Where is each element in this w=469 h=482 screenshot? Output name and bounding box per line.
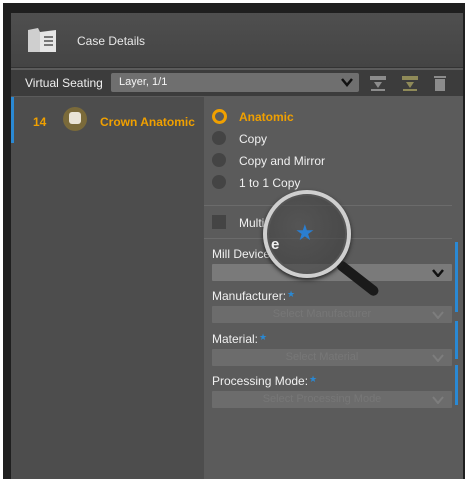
- layer-value: Layer, 1/1: [119, 76, 168, 88]
- tooth-list-panel: 14 Crown Anatomic: [11, 97, 204, 479]
- chevron-down-icon: [341, 78, 353, 87]
- multi-checkbox[interactable]: [212, 215, 226, 229]
- radio-selected-icon[interactable]: [212, 109, 227, 124]
- window-title: Case Details: [77, 34, 146, 48]
- chevron-down-icon: [432, 269, 444, 277]
- radio-icon[interactable]: [212, 153, 226, 167]
- tooth-number: 14: [33, 115, 47, 129]
- focus-indicator: [455, 321, 458, 359]
- virtual-seating-toolbar: Virtual Seating Layer, 1/1: [11, 70, 463, 96]
- radio-icon[interactable]: [212, 175, 226, 189]
- option-label: 1 to 1 Copy: [239, 176, 301, 190]
- option-label: Anatomic: [239, 110, 294, 124]
- trash-icon[interactable]: [431, 74, 449, 92]
- magnified-text: e: [271, 236, 280, 253]
- required-star-icon: ★: [309, 374, 318, 384]
- required-star-icon: ★: [295, 220, 315, 245]
- focus-indicator: [455, 242, 458, 312]
- chevron-down-icon: [432, 354, 444, 362]
- case-folder-icon: [28, 28, 56, 52]
- case-details-window: Case Details Virtual Seating Layer, 1/1: [11, 13, 463, 479]
- option-label: Copy: [239, 132, 268, 146]
- header: Case Details: [11, 13, 463, 68]
- layer-dropdown[interactable]: Layer, 1/1: [111, 73, 359, 92]
- magnifier-icon: ★ e: [263, 190, 351, 278]
- multi-label: Multi: [239, 216, 265, 230]
- manufacturer-dropdown[interactable]: Select Manufacturer: [212, 306, 452, 323]
- virtual-seating-label: Virtual Seating: [25, 76, 103, 90]
- chevron-down-icon: [432, 396, 444, 404]
- processing-mode-placeholder: Select Processing Mode: [262, 393, 382, 405]
- required-star-icon: ★: [287, 289, 296, 299]
- processing-mode-dropdown[interactable]: Select Processing Mode: [212, 391, 452, 408]
- app-frame: Case Details Virtual Seating Layer, 1/1: [3, 3, 465, 479]
- restoration-options-panel: Anatomic Copy Copy and Mirror 1 to 1 Cop…: [204, 97, 463, 479]
- material-dropdown[interactable]: Select Material: [212, 349, 452, 366]
- tooth-icon: [63, 107, 87, 131]
- manufacturer-placeholder: Select Manufacturer: [272, 308, 372, 320]
- material-label: Material:★: [212, 332, 268, 346]
- chevron-down-icon: [432, 311, 444, 319]
- radio-icon[interactable]: [212, 131, 226, 145]
- required-star-icon: ★: [259, 332, 268, 342]
- tooth-restoration-name: Crown Anatomic: [100, 115, 195, 129]
- material-placeholder: Select Material: [285, 351, 359, 363]
- focus-indicator: [455, 365, 458, 405]
- mill-device-label: Mill Device: [212, 247, 271, 261]
- add-layer-icon[interactable]: [369, 74, 387, 92]
- option-label: Copy and Mirror: [239, 154, 326, 168]
- remove-layer-icon[interactable]: [401, 74, 419, 92]
- manufacturer-label: Manufacturer:★: [212, 289, 296, 303]
- tooth-list-item[interactable]: 14 Crown Anatomic: [11, 97, 207, 143]
- processing-mode-label: Processing Mode:★: [212, 374, 318, 388]
